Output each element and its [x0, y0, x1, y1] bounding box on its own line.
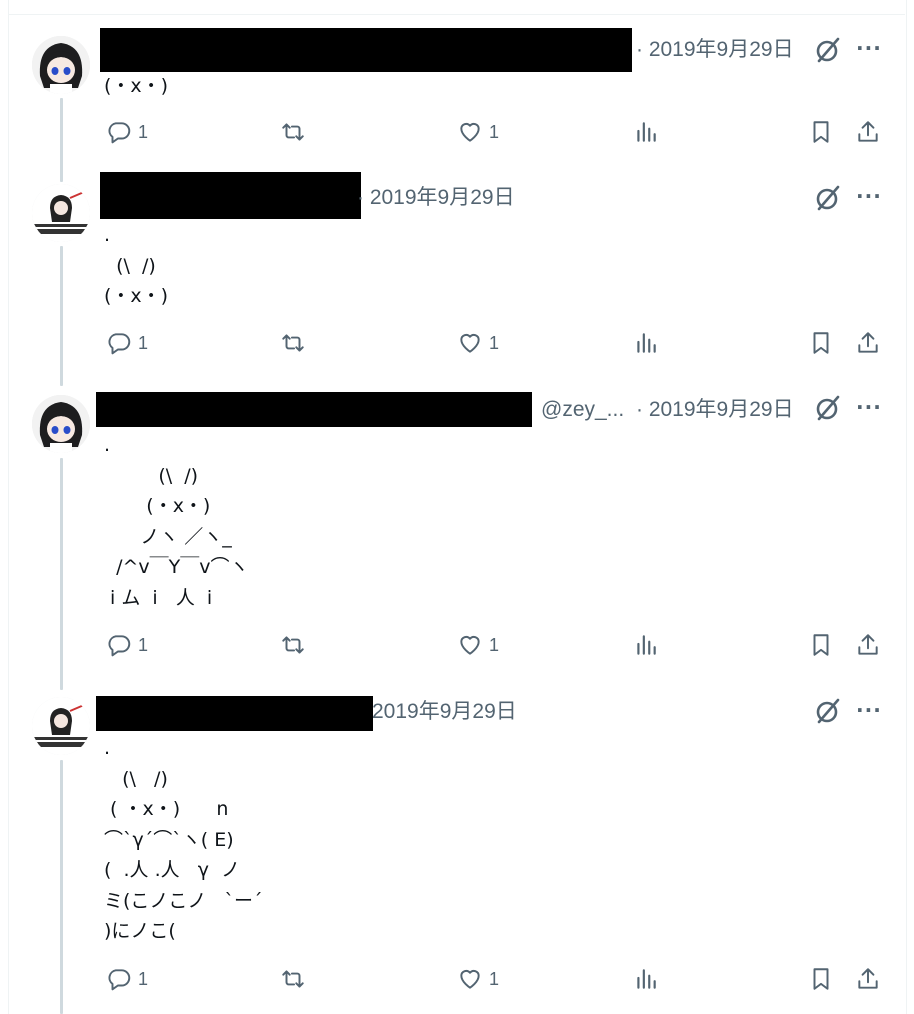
- retweet-button[interactable]: [280, 117, 306, 147]
- more-icon[interactable]: ···: [856, 397, 882, 417]
- like-icon: [460, 122, 480, 142]
- views-button[interactable]: [633, 117, 659, 147]
- tweet-actions: 1 1: [0, 630, 914, 662]
- tweet-text: (・x・): [104, 75, 169, 97]
- redacted-name: [100, 28, 632, 72]
- share-icon: [858, 634, 878, 655]
- grok-icon[interactable]: [814, 36, 842, 64]
- reply-count: 1: [138, 332, 149, 353]
- tweet-actions: 1 1: [0, 964, 914, 996]
- retweet-icon: [282, 334, 304, 352]
- retweet-icon: [282, 636, 304, 654]
- redacted-name: [96, 392, 532, 427]
- share-button[interactable]: [855, 117, 881, 147]
- views-button[interactable]: [633, 964, 659, 994]
- bookmark-button[interactable]: [808, 630, 834, 660]
- reply-icon: [108, 333, 131, 355]
- share-icon: [858, 121, 878, 142]
- grok-icon[interactable]: [814, 394, 842, 422]
- tweet-text: . (\ /) (・x・) ノヽ ／ヽ_ /^v￣Y￣v⌒ヽ i ム i 人 i: [104, 434, 249, 609]
- reply-button[interactable]: 1: [106, 630, 148, 660]
- share-button[interactable]: [855, 630, 881, 660]
- thread-line: [60, 246, 63, 386]
- reply-icon: [108, 122, 131, 144]
- like-button[interactable]: 1: [457, 117, 499, 147]
- avatar[interactable]: [32, 36, 90, 94]
- redacted-name: [100, 172, 361, 219]
- avatar[interactable]: [32, 395, 90, 453]
- share-button[interactable]: [855, 328, 881, 358]
- tweet-date[interactable]: · 2019年9月29日: [636, 397, 794, 423]
- tweet-actions: 1 1: [0, 328, 914, 360]
- reply-count: 1: [138, 968, 149, 989]
- tweet-actions: 1 1: [0, 117, 914, 149]
- like-icon: [460, 969, 480, 989]
- divider: [8, 14, 905, 15]
- like-count: 1: [489, 634, 500, 655]
- share-button[interactable]: [855, 964, 881, 994]
- reply-button[interactable]: 1: [106, 964, 148, 994]
- reply-button[interactable]: 1: [106, 117, 148, 147]
- views-icon: [637, 333, 656, 353]
- avatar[interactable]: [32, 697, 90, 755]
- bookmark-button[interactable]: [808, 117, 834, 147]
- retweet-button[interactable]: [280, 964, 306, 994]
- bookmark-icon: [813, 634, 829, 656]
- like-icon: [460, 635, 480, 655]
- avatar[interactable]: [32, 184, 90, 242]
- tweet-text: . (\ /) (・x・): [104, 224, 169, 307]
- tweet-handle[interactable]: @zey_...: [541, 397, 624, 423]
- bookmark-icon: [813, 968, 829, 990]
- retweet-button[interactable]: [280, 630, 306, 660]
- reply-icon: [108, 635, 131, 657]
- more-icon[interactable]: ···: [856, 700, 882, 720]
- retweet-icon: [282, 123, 304, 141]
- views-icon: [637, 969, 656, 989]
- bookmark-button[interactable]: [808, 328, 834, 358]
- like-count: 1: [489, 332, 500, 353]
- views-icon: [637, 635, 656, 655]
- views-button[interactable]: [633, 328, 659, 358]
- tweet-date[interactable]: · 2019年9月29日: [357, 185, 515, 211]
- bookmark-button[interactable]: [808, 964, 834, 994]
- tweet-date[interactable]: 2019年9月29日: [372, 699, 517, 725]
- share-icon: [858, 332, 878, 353]
- views-button[interactable]: [633, 630, 659, 660]
- like-button[interactable]: 1: [457, 328, 499, 358]
- more-icon[interactable]: ···: [856, 38, 882, 58]
- like-count: 1: [489, 121, 500, 142]
- share-icon: [858, 968, 878, 989]
- like-count: 1: [489, 968, 500, 989]
- bookmark-icon: [813, 121, 829, 143]
- reply-count: 1: [138, 634, 149, 655]
- bookmark-icon: [813, 332, 829, 354]
- like-button[interactable]: 1: [457, 630, 499, 660]
- like-icon: [460, 333, 480, 353]
- tweet-text: . (\ /) ( ・x・) n ⌒`γ´⌒`ヽ( E) ( .人 .人 γ ノ…: [104, 737, 263, 942]
- reply-icon: [108, 969, 131, 991]
- tweet-date[interactable]: · 2019年9月29日: [636, 37, 794, 63]
- grok-icon[interactable]: [814, 184, 842, 212]
- reply-button[interactable]: 1: [106, 328, 148, 358]
- retweet-icon: [282, 970, 304, 988]
- like-button[interactable]: 1: [457, 964, 499, 994]
- redacted-name: [96, 696, 373, 731]
- retweet-button[interactable]: [280, 328, 306, 358]
- reply-count: 1: [138, 121, 149, 142]
- grok-icon[interactable]: [814, 697, 842, 725]
- more-icon[interactable]: ···: [856, 186, 882, 206]
- views-icon: [637, 122, 656, 142]
